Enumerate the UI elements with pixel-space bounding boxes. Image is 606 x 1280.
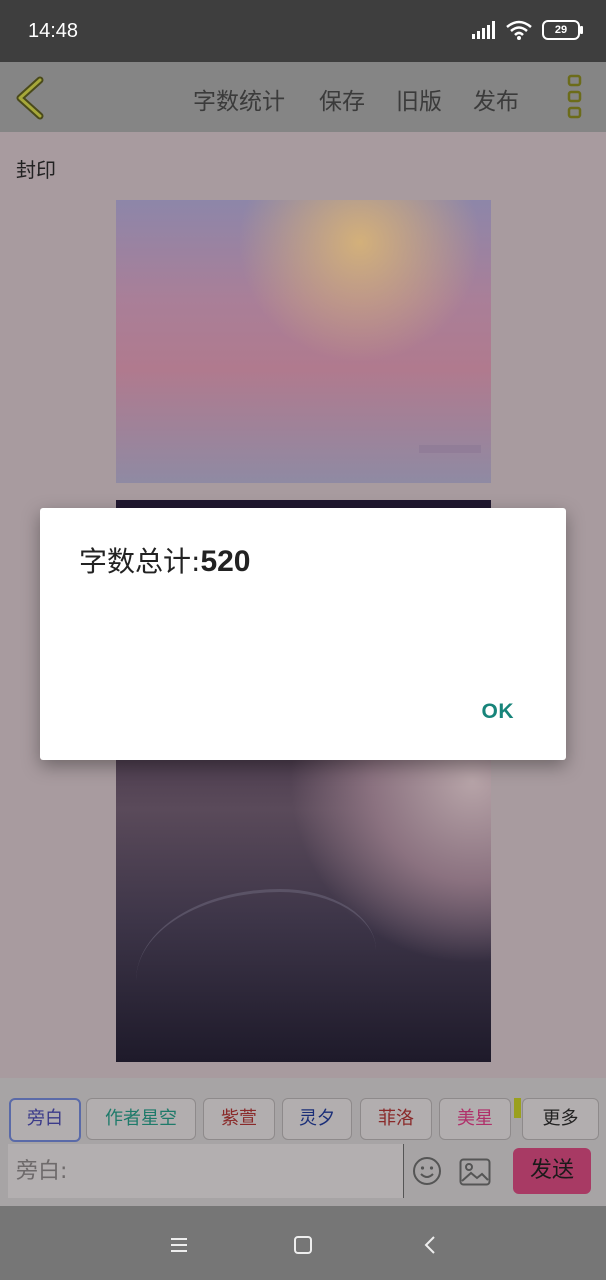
chip-feiluo[interactable]: 菲洛 bbox=[360, 1098, 432, 1140]
chip-label: 旁白 bbox=[27, 1108, 63, 1129]
dialog-message-prefix: 字数总计: bbox=[79, 545, 201, 578]
send-button[interactable]: 发送 bbox=[513, 1148, 591, 1194]
chip-label: 美星 bbox=[457, 1108, 493, 1129]
status-bar: 14:48 29 bbox=[0, 0, 606, 62]
road-curve bbox=[136, 889, 376, 1042]
chip-lingxi[interactable]: 灵夕 bbox=[282, 1098, 352, 1140]
more-menu-icon[interactable] bbox=[564, 74, 586, 120]
watermark bbox=[419, 445, 481, 453]
seal-title: 封印 bbox=[16, 158, 56, 182]
chip-narration[interactable]: 旁白 bbox=[9, 1098, 81, 1142]
starry-sky-image[interactable] bbox=[116, 200, 491, 483]
old-version-button[interactable]: 旧版 bbox=[396, 82, 442, 116]
word-count-value: 520 bbox=[200, 545, 251, 578]
chip-more[interactable]: 更多 bbox=[522, 1098, 599, 1140]
image-icon[interactable] bbox=[459, 1158, 491, 1186]
word-count-button[interactable]: 字数统计 bbox=[193, 82, 285, 116]
chip-author[interactable]: 作者星空 bbox=[86, 1098, 196, 1140]
menu-nav-icon[interactable] bbox=[164, 1230, 194, 1260]
top-toolbar: 字数统计 保存 旧版 发布 bbox=[0, 62, 606, 132]
chip-label: 菲洛 bbox=[378, 1108, 414, 1129]
dialog-message: 字数总计:520 bbox=[79, 540, 251, 580]
chip-label: 作者星空 bbox=[105, 1108, 177, 1129]
back-nav-icon[interactable] bbox=[416, 1230, 446, 1260]
battery-indicator: 29 bbox=[542, 20, 583, 40]
chip-zixuan[interactable]: 紫萱 bbox=[203, 1098, 275, 1140]
ok-button[interactable]: OK bbox=[482, 700, 515, 724]
back-arrow-icon[interactable] bbox=[12, 76, 52, 120]
system-nav-bar bbox=[0, 1206, 606, 1280]
input-panel: 旁白 作者星空 紫萱 灵夕 菲洛 美星 更多 旁白: 发送 bbox=[0, 1078, 606, 1206]
scroll-marker bbox=[514, 1098, 521, 1118]
chip-label: 紫萱 bbox=[221, 1108, 257, 1129]
chip-label: 灵夕 bbox=[299, 1108, 335, 1129]
status-time: 14:48 bbox=[28, 20, 79, 42]
message-input[interactable]: 旁白: bbox=[8, 1144, 404, 1198]
wifi-icon bbox=[506, 20, 532, 40]
status-icons: 29 bbox=[472, 20, 583, 40]
signal-icon bbox=[472, 21, 495, 39]
emoji-icon[interactable] bbox=[412, 1156, 442, 1186]
chip-meixing[interactable]: 美星 bbox=[439, 1098, 511, 1140]
input-placeholder: 旁白: bbox=[16, 1159, 68, 1184]
publish-button[interactable]: 发布 bbox=[473, 82, 519, 116]
save-button[interactable]: 保存 bbox=[319, 82, 365, 116]
word-count-dialog: 字数总计:520 OK bbox=[40, 508, 566, 760]
chip-label: 更多 bbox=[542, 1108, 579, 1129]
home-nav-icon[interactable] bbox=[288, 1230, 318, 1260]
